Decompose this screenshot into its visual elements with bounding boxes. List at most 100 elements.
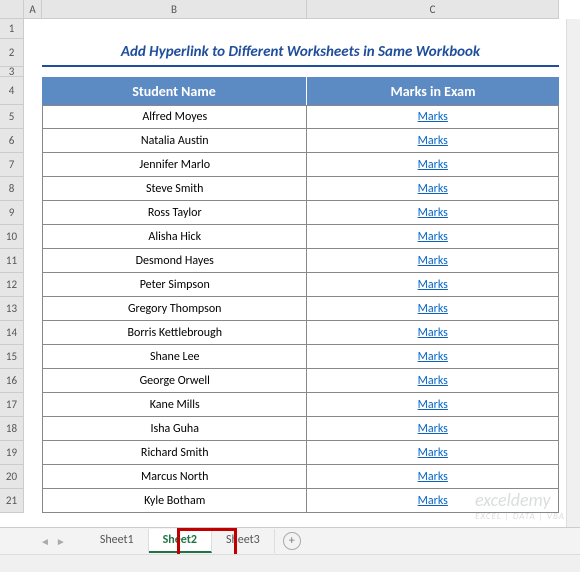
table-row: Marcus North Marks <box>42 465 559 489</box>
row-header-21[interactable]: 21 <box>0 489 23 513</box>
marks-cell[interactable]: Marks <box>307 273 558 296</box>
marks-hyperlink[interactable]: Marks <box>418 158 448 172</box>
marks-hyperlink[interactable]: Marks <box>418 350 448 364</box>
marks-cell[interactable]: Marks <box>307 321 558 344</box>
student-name-cell[interactable]: Isha Guha <box>43 417 307 440</box>
marks-hyperlink[interactable]: Marks <box>418 494 448 508</box>
col-header-b[interactable]: B <box>42 0 307 18</box>
student-name-cell[interactable]: Borris Kettlebrough <box>43 321 307 344</box>
table-row: Isha Guha Marks <box>42 417 559 441</box>
row-header-6[interactable]: 6 <box>0 129 23 153</box>
marks-cell[interactable]: Marks <box>307 393 558 416</box>
row-header-10[interactable]: 10 <box>0 225 23 249</box>
row-header-9[interactable]: 9 <box>0 201 23 225</box>
marks-cell[interactable]: Marks <box>307 369 558 392</box>
header-student-name: Student Name <box>42 77 307 105</box>
table-row: Alfred Moyes Marks <box>42 105 559 129</box>
row-header-5[interactable]: 5 <box>0 105 23 129</box>
tab-sheet1[interactable]: Sheet1 <box>86 529 149 553</box>
col-header-a[interactable]: A <box>24 0 42 18</box>
row-header-16[interactable]: 16 <box>0 369 23 393</box>
row-header-8[interactable]: 8 <box>0 177 23 201</box>
row-header-17[interactable]: 17 <box>0 393 23 417</box>
marks-cell[interactable]: Marks <box>307 177 558 200</box>
marks-hyperlink[interactable]: Marks <box>418 230 448 244</box>
student-name-cell[interactable]: Alisha Hick <box>43 225 307 248</box>
marks-cell[interactable]: Marks <box>307 129 558 152</box>
row-header-19[interactable]: 19 <box>0 441 23 465</box>
row-header-11[interactable]: 11 <box>0 249 23 273</box>
marks-cell[interactable]: Marks <box>307 201 558 224</box>
table-row: Steve Smith Marks <box>42 177 559 201</box>
marks-hyperlink[interactable]: Marks <box>418 398 448 412</box>
marks-hyperlink[interactable]: Marks <box>418 374 448 388</box>
row-header-3[interactable]: 3 <box>0 67 23 77</box>
row-header-18[interactable]: 18 <box>0 417 23 441</box>
student-name-cell[interactable]: Peter Simpson <box>43 273 307 296</box>
marks-hyperlink[interactable]: Marks <box>418 326 448 340</box>
table-header: Student Name Marks in Exam <box>42 77 559 105</box>
row-header-2[interactable]: 2 <box>0 39 23 67</box>
student-name-cell[interactable]: Kyle Botham <box>43 489 307 512</box>
tab-nav[interactable]: ◄ ► <box>40 535 66 548</box>
nav-next-icon[interactable]: ► <box>56 535 66 548</box>
marks-cell[interactable]: Marks <box>307 225 558 248</box>
table-row: Natalia Austin Marks <box>42 129 559 153</box>
student-name-cell[interactable]: George Orwell <box>43 369 307 392</box>
marks-cell[interactable]: Marks <box>307 441 558 464</box>
student-name-cell[interactable]: Alfred Moyes <box>43 106 307 128</box>
marks-hyperlink[interactable]: Marks <box>418 110 448 124</box>
marks-cell[interactable]: Marks <box>307 297 558 320</box>
add-sheet-button[interactable]: + <box>283 532 301 550</box>
select-all-corner[interactable] <box>0 0 24 19</box>
student-name-cell[interactable]: Jennifer Marlo <box>43 153 307 176</box>
horizontal-scrollbar[interactable] <box>0 554 580 572</box>
table-row: Peter Simpson Marks <box>42 273 559 297</box>
table-row: Alisha Hick Marks <box>42 225 559 249</box>
student-name-cell[interactable]: Desmond Hayes <box>43 249 307 272</box>
marks-cell[interactable]: Marks <box>307 345 558 368</box>
marks-hyperlink[interactable]: Marks <box>418 134 448 148</box>
row-header-12[interactable]: 12 <box>0 273 23 297</box>
student-name-cell[interactable]: Ross Taylor <box>43 201 307 224</box>
table-row: Borris Kettlebrough Marks <box>42 321 559 345</box>
marks-hyperlink[interactable]: Marks <box>418 254 448 268</box>
marks-cell[interactable]: Marks <box>307 465 558 488</box>
table-row: George Orwell Marks <box>42 369 559 393</box>
row-header-15[interactable]: 15 <box>0 345 23 369</box>
nav-prev-icon[interactable]: ◄ <box>40 535 50 548</box>
row-header-4[interactable]: 4 <box>0 77 23 105</box>
marks-hyperlink[interactable]: Marks <box>418 278 448 292</box>
tab-sheet3[interactable]: Sheet3 <box>212 529 275 553</box>
row-header-1[interactable]: 1 <box>0 19 23 39</box>
row-header-7[interactable]: 7 <box>0 153 23 177</box>
marks-hyperlink[interactable]: Marks <box>418 422 448 436</box>
student-name-cell[interactable]: Steve Smith <box>43 177 307 200</box>
student-name-cell[interactable]: Marcus North <box>43 465 307 488</box>
tab-sheet2[interactable]: Sheet2 <box>149 529 212 553</box>
page-title: Add Hyperlink to Different Worksheets in… <box>42 39 559 67</box>
row-header-13[interactable]: 13 <box>0 297 23 321</box>
marks-hyperlink[interactable]: Marks <box>418 182 448 196</box>
student-name-cell[interactable]: Kane Mills <box>43 393 307 416</box>
marks-cell[interactable]: Marks <box>307 417 558 440</box>
row-header-14[interactable]: 14 <box>0 321 23 345</box>
marks-cell[interactable]: Marks <box>307 153 558 176</box>
marks-hyperlink[interactable]: Marks <box>418 470 448 484</box>
marks-hyperlink[interactable]: Marks <box>418 302 448 316</box>
student-name-cell[interactable]: Natalia Austin <box>43 129 307 152</box>
marks-cell[interactable]: Marks <box>307 249 558 272</box>
col-header-c[interactable]: C <box>307 0 559 18</box>
table-row: Kane Mills Marks <box>42 393 559 417</box>
student-name-cell[interactable]: Gregory Thompson <box>43 297 307 320</box>
table-row: Desmond Hayes Marks <box>42 249 559 273</box>
marks-cell[interactable]: Marks <box>307 106 558 128</box>
vertical-scrollbar[interactable] <box>566 19 580 527</box>
marks-hyperlink[interactable]: Marks <box>418 446 448 460</box>
student-name-cell[interactable]: Richard Smith <box>43 441 307 464</box>
row-header-20[interactable]: 20 <box>0 465 23 489</box>
marks-hyperlink[interactable]: Marks <box>418 206 448 220</box>
header-marks: Marks in Exam <box>307 77 559 105</box>
student-name-cell[interactable]: Shane Lee <box>43 345 307 368</box>
marks-cell[interactable]: Marks <box>307 489 558 512</box>
